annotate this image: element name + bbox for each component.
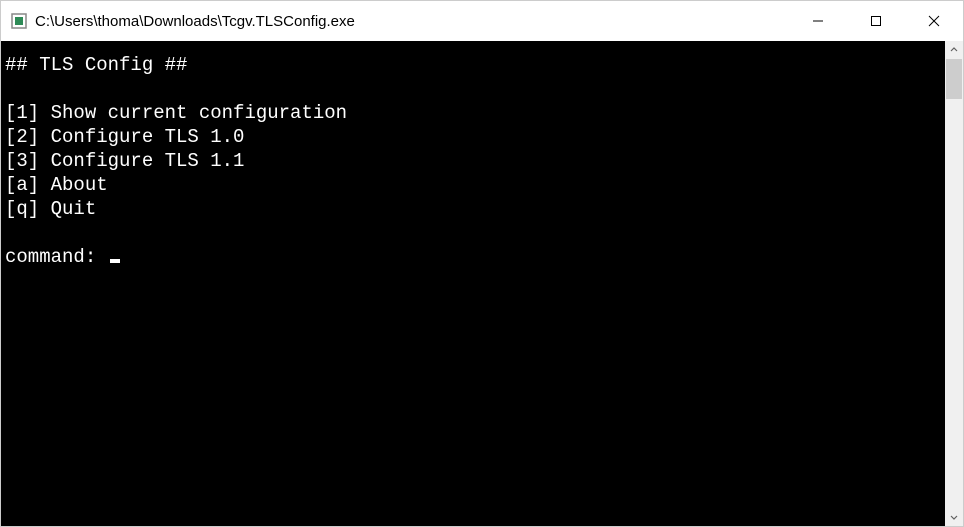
vertical-scrollbar[interactable] bbox=[945, 41, 963, 526]
scroll-down-arrow-icon[interactable] bbox=[945, 508, 963, 526]
scrollbar-thumb[interactable] bbox=[946, 59, 962, 99]
menu-item: [3] Configure TLS 1.1 bbox=[5, 149, 945, 173]
window-controls bbox=[789, 1, 963, 41]
console-output[interactable]: ## TLS Config ## [1] Show current configu… bbox=[1, 41, 945, 526]
maximize-button[interactable] bbox=[847, 1, 905, 41]
window-title: C:\Users\thoma\Downloads\Tcgv.TLSConfig.… bbox=[35, 13, 789, 30]
menu-item-text: [3] Configure TLS 1.1 bbox=[5, 150, 244, 172]
menu-item-text: [a] About bbox=[5, 174, 108, 196]
menu-item: [q] Quit bbox=[5, 197, 945, 221]
scrollbar-track[interactable] bbox=[945, 59, 963, 508]
menu-item-text: [2] Configure TLS 1.0 bbox=[5, 126, 244, 148]
cursor-icon bbox=[110, 259, 120, 263]
menu-item: [1] Show current configuration bbox=[5, 101, 945, 125]
console-area: ## TLS Config ## [1] Show current configu… bbox=[1, 41, 963, 526]
minimize-button[interactable] bbox=[789, 1, 847, 41]
menu-item: [2] Configure TLS 1.0 bbox=[5, 125, 945, 149]
command-prompt: command: bbox=[5, 246, 108, 268]
scroll-up-arrow-icon[interactable] bbox=[945, 41, 963, 59]
menu-item-text: [q] Quit bbox=[5, 198, 96, 220]
titlebar[interactable]: C:\Users\thoma\Downloads\Tcgv.TLSConfig.… bbox=[1, 1, 963, 41]
menu-item: [a] About bbox=[5, 173, 945, 197]
app-icon bbox=[11, 13, 27, 29]
menu-item-text: [1] Show current configuration bbox=[5, 102, 347, 124]
console-header: ## TLS Config ## bbox=[5, 53, 945, 77]
close-button[interactable] bbox=[905, 1, 963, 41]
